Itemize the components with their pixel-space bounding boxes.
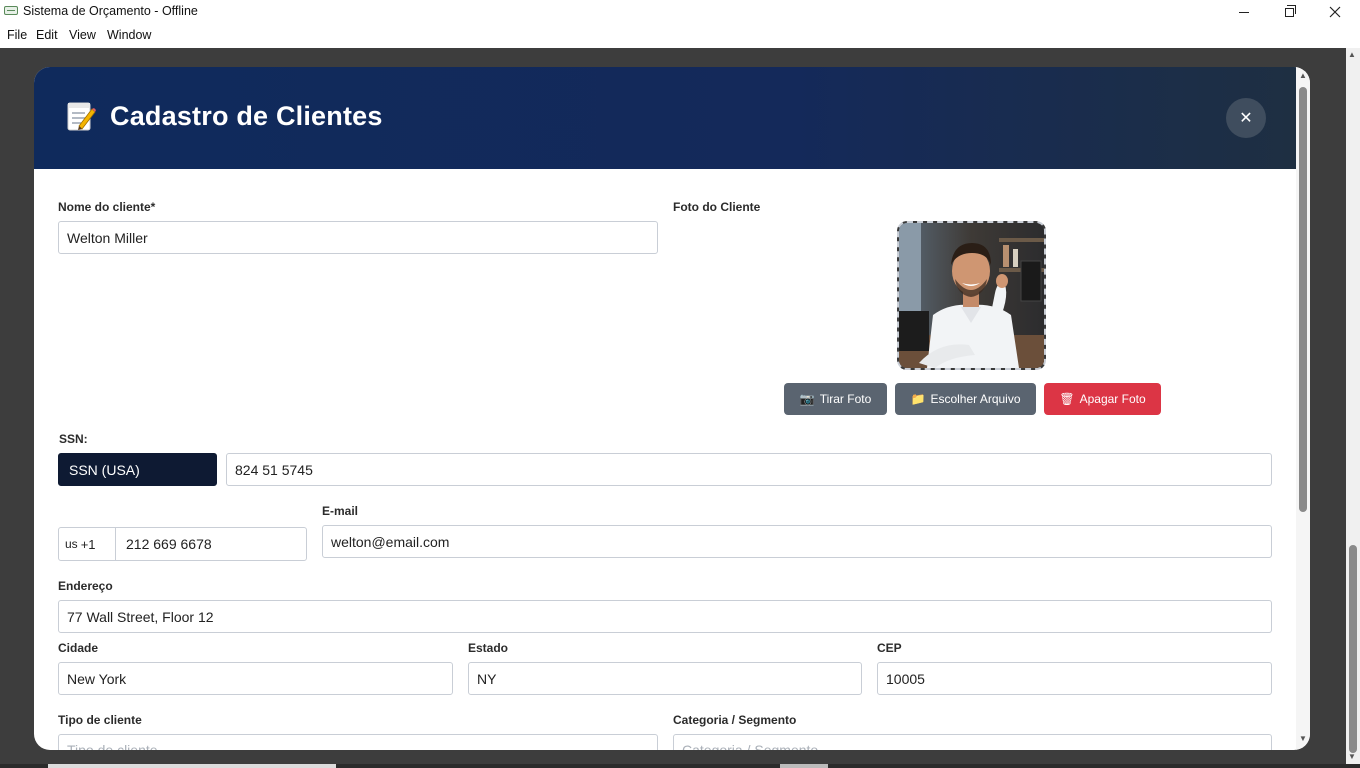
- menu-bar: File Edit View Window: [0, 24, 1360, 48]
- bottom-strip-segment: [780, 764, 828, 768]
- category-input[interactable]: Categoria / Segmento: [673, 734, 1272, 750]
- dial-code: +1: [80, 536, 96, 552]
- phone-field: us +1 212 669 6678: [58, 527, 307, 561]
- scroll-up-icon[interactable]: ▲: [1299, 71, 1307, 80]
- scroll-down-icon[interactable]: ▼: [1299, 734, 1307, 743]
- state-input[interactable]: NY: [468, 662, 862, 695]
- city-label: Cidade: [58, 641, 99, 655]
- menu-view[interactable]: View: [69, 28, 96, 42]
- client-photo-image: [899, 223, 1044, 368]
- delete-photo-label: Apagar Foto: [1079, 392, 1146, 406]
- phone-input[interactable]: 212 669 6678: [116, 536, 212, 552]
- window-close-button[interactable]: [1312, 0, 1358, 24]
- category-label: Categoria / Segmento: [673, 713, 797, 727]
- ssn-input[interactable]: 824 51 5745: [226, 453, 1272, 486]
- address-label: Endereço: [58, 579, 113, 593]
- camera-icon: 📷: [799, 392, 815, 406]
- take-photo-label: Tirar Foto: [819, 392, 872, 406]
- minimize-icon: [1239, 11, 1249, 13]
- scroll-up-icon[interactable]: ▲: [1348, 50, 1356, 60]
- modal-scrollbar[interactable]: ▲ ▼: [1296, 67, 1310, 750]
- client-type-input[interactable]: Tipo de cliente: [58, 734, 658, 750]
- choose-file-label: Escolher Arquivo: [930, 392, 1021, 406]
- modal-title: Cadastro de Clientes: [110, 101, 383, 131]
- client-type-label: Tipo de cliente: [58, 713, 142, 727]
- app-icon: [4, 6, 18, 15]
- choose-file-button[interactable]: 📁 Escolher Arquivo: [895, 383, 1036, 415]
- email-label: E-mail: [322, 504, 359, 518]
- close-icon: [1329, 6, 1341, 18]
- restore-icon: [1284, 4, 1296, 17]
- ssn-type-select[interactable]: SSN (USA): [58, 453, 217, 486]
- modal-close-button[interactable]: ✕: [1226, 98, 1266, 138]
- page-scrollbar[interactable]: ▲ ▼: [1346, 48, 1360, 764]
- menu-edit[interactable]: Edit: [36, 28, 58, 42]
- trash-icon: 🗑: [1059, 392, 1075, 406]
- modal-scrollbar-thumb[interactable]: [1299, 87, 1307, 512]
- phone-country-selector[interactable]: us +1: [59, 528, 116, 560]
- email-input[interactable]: welton@email.com: [322, 525, 1272, 558]
- maximize-button[interactable]: [1266, 0, 1312, 24]
- title-bar: Sistema de Orçamento - Offline: [0, 0, 1360, 24]
- city-input[interactable]: New York: [58, 662, 453, 695]
- modal-header: Cadastro de Clientes ✕: [34, 67, 1296, 169]
- zip-label: CEP: [877, 641, 902, 655]
- menu-window[interactable]: Window: [107, 28, 151, 42]
- menu-file[interactable]: File: [7, 28, 27, 42]
- state-label: Estado: [468, 641, 509, 655]
- minimize-button[interactable]: [1221, 0, 1267, 24]
- memo-icon: [67, 102, 96, 131]
- delete-photo-button[interactable]: 🗑 Apagar Foto: [1044, 383, 1161, 415]
- bottom-strip-segment: [48, 764, 336, 768]
- client-name-label: Nome do cliente*: [58, 200, 156, 214]
- zip-input[interactable]: 10005: [877, 662, 1272, 695]
- take-photo-button[interactable]: 📷 Tirar Foto: [784, 383, 887, 415]
- client-photo-label: Foto do Cliente: [673, 200, 761, 214]
- scroll-down-icon[interactable]: ▼: [1348, 752, 1356, 762]
- client-name-input[interactable]: Welton Miller: [58, 221, 658, 254]
- window-title: Sistema de Orçamento - Offline: [23, 4, 198, 18]
- address-input[interactable]: 77 Wall Street, Floor 12: [58, 600, 1272, 633]
- country-code: us: [65, 537, 78, 551]
- client-photo: [897, 221, 1046, 370]
- page-scrollbar-thumb[interactable]: [1349, 545, 1357, 753]
- ssn-label: SSN:: [59, 432, 88, 446]
- client-registration-modal: Cadastro de Clientes ✕ ▲ ▼ Nome do clien…: [34, 67, 1310, 750]
- close-icon: ✕: [1239, 110, 1253, 127]
- folder-icon: 📁: [910, 392, 926, 406]
